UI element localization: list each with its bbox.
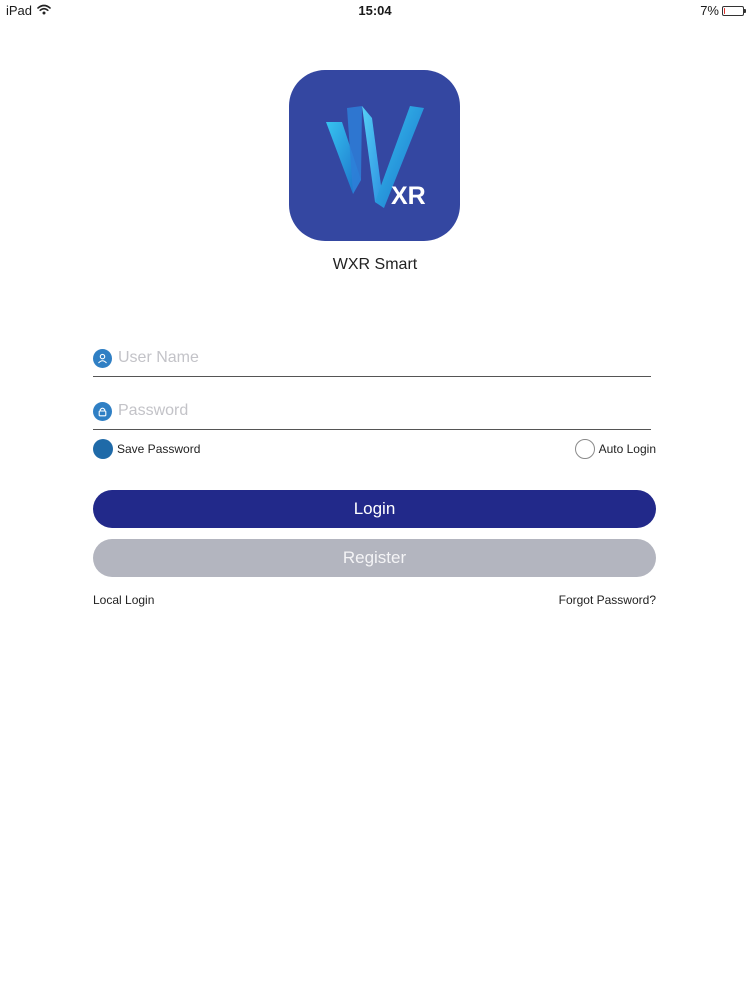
logo-text: XR [391, 182, 426, 210]
password-input[interactable] [118, 402, 618, 420]
auto-login-label: Auto Login [598, 442, 656, 456]
username-input[interactable] [118, 349, 618, 367]
username-field-row [93, 340, 651, 377]
login-button[interactable]: Login [93, 490, 656, 528]
battery-icon [722, 5, 746, 16]
auto-login-toggle[interactable]: Auto Login [574, 439, 656, 459]
battery-percent: 7% [700, 3, 719, 18]
forgot-password-link[interactable]: Forgot Password? [559, 593, 656, 607]
app-logo: XR [289, 70, 460, 241]
lock-icon [93, 401, 112, 421]
user-icon [93, 348, 112, 368]
register-button[interactable]: Register [93, 539, 656, 577]
status-bar: iPad 15:04 7% [0, 0, 750, 22]
auto-login-checkbox[interactable] [574, 439, 595, 459]
battery-level-fill [724, 7, 725, 14]
save-password-toggle[interactable]: Save Password [93, 439, 200, 459]
save-password-label: Save Password [117, 442, 201, 456]
status-time: 15:04 [358, 3, 392, 18]
local-login-link[interactable]: Local Login [93, 593, 154, 607]
status-right: 7% [700, 3, 746, 18]
app-name: WXR Smart [332, 256, 418, 273]
password-field-row [93, 393, 651, 430]
wxr-logo-icon: XR [326, 106, 426, 210]
save-password-checkbox[interactable] [93, 439, 113, 459]
